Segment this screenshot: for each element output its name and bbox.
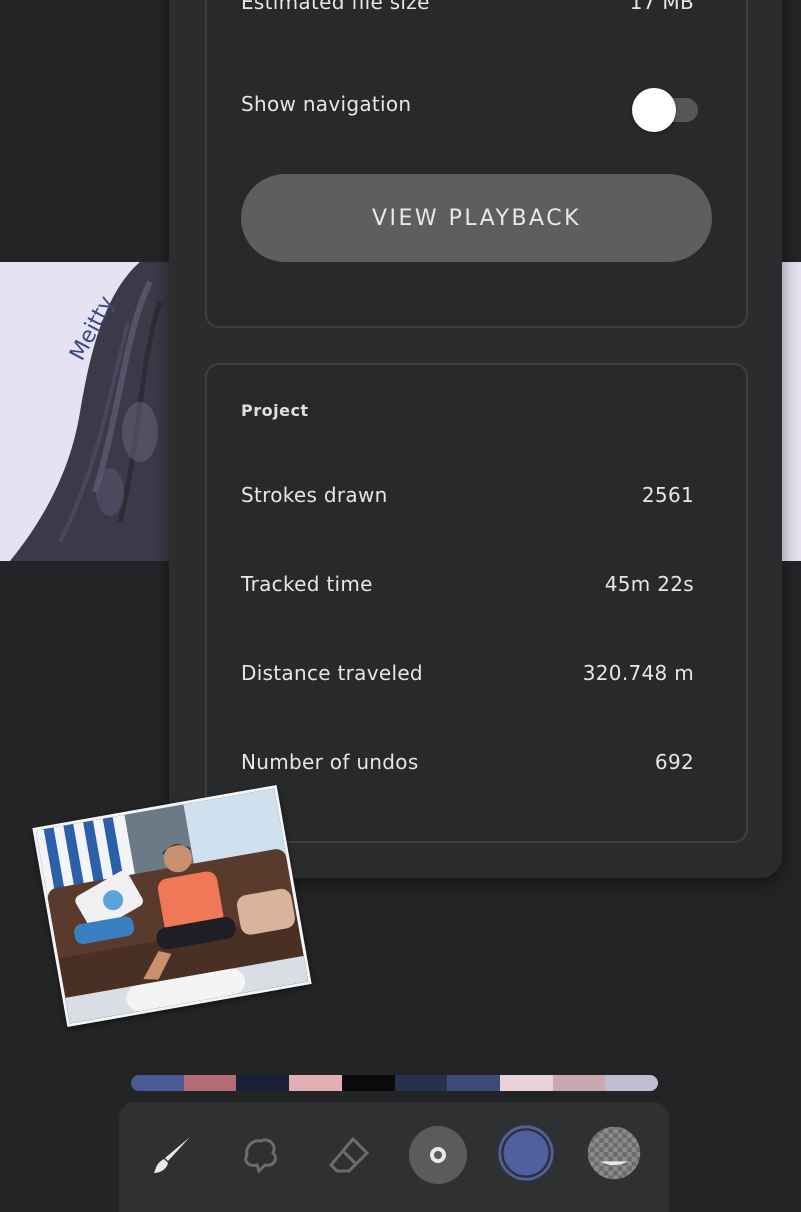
stat-row-distance: Distance traveled 320.748 m	[241, 661, 694, 685]
palette-swatch[interactable]	[605, 1075, 658, 1091]
photo-image	[35, 788, 309, 1024]
stat-value: 320.748 m	[582, 661, 694, 685]
stat-value: 2561	[641, 483, 694, 507]
palette-swatch[interactable]	[447, 1075, 500, 1091]
stat-label: Tracked time	[241, 572, 373, 596]
stat-label: Number of undos	[241, 750, 419, 774]
palette-swatch[interactable]	[236, 1075, 290, 1091]
palette-swatch[interactable]	[131, 1075, 184, 1091]
color-palette	[131, 1075, 658, 1091]
brush-size-tool[interactable]	[409, 1126, 467, 1184]
file-size-value: 17 MB	[629, 0, 694, 14]
stat-value: 45m 22s	[604, 572, 694, 596]
palette-swatch[interactable]	[289, 1075, 342, 1091]
layer-tool[interactable]	[585, 1124, 643, 1182]
file-size-label: Estimated file size	[241, 0, 430, 14]
brush-icon	[154, 1137, 190, 1173]
smudge-icon	[244, 1138, 277, 1174]
tool-bar	[119, 1102, 669, 1212]
view-playback-button[interactable]: VIEW PLAYBACK	[241, 174, 712, 262]
palette-swatch[interactable]	[394, 1075, 448, 1091]
stat-value: 692	[654, 750, 694, 774]
stat-row-strokes: Strokes drawn 2561	[241, 483, 694, 507]
export-settings-card: Estimated file size 17 MB Show navigatio…	[205, 0, 748, 328]
stat-row-undos: Number of undos 692	[241, 750, 694, 774]
smudge-tool[interactable]	[232, 1126, 290, 1184]
eraser-tool[interactable]	[320, 1126, 378, 1184]
project-stats-card: Project Strokes drawn 2561 Tracked time …	[205, 363, 748, 843]
toggle-knob	[632, 88, 676, 132]
navigation-label: Show navigation	[241, 92, 412, 116]
stat-label: Strokes drawn	[241, 483, 388, 507]
brush-tool[interactable]	[143, 1126, 201, 1184]
stat-label: Distance traveled	[241, 661, 423, 685]
navigation-row: Show navigation	[241, 92, 616, 116]
stat-row-tracked-time: Tracked time 45m 22s	[241, 572, 694, 596]
file-size-row: Estimated file size 17 MB	[241, 0, 694, 14]
palette-swatch[interactable]	[499, 1075, 553, 1091]
layer-icon	[587, 1126, 641, 1180]
photo-sticker	[32, 785, 312, 1027]
info-panel: Estimated file size 17 MB Show navigatio…	[169, 0, 782, 878]
palette-swatch[interactable]	[552, 1075, 606, 1091]
palette-swatch[interactable]	[341, 1075, 395, 1091]
palette-swatch[interactable]	[183, 1075, 237, 1091]
eraser-icon	[328, 1136, 370, 1173]
project-section-title: Project	[241, 401, 309, 420]
show-navigation-toggle[interactable]	[632, 88, 698, 132]
color-icon	[498, 1125, 554, 1181]
brush-size-icon	[430, 1147, 446, 1163]
color-picker-tool[interactable]	[497, 1124, 555, 1182]
